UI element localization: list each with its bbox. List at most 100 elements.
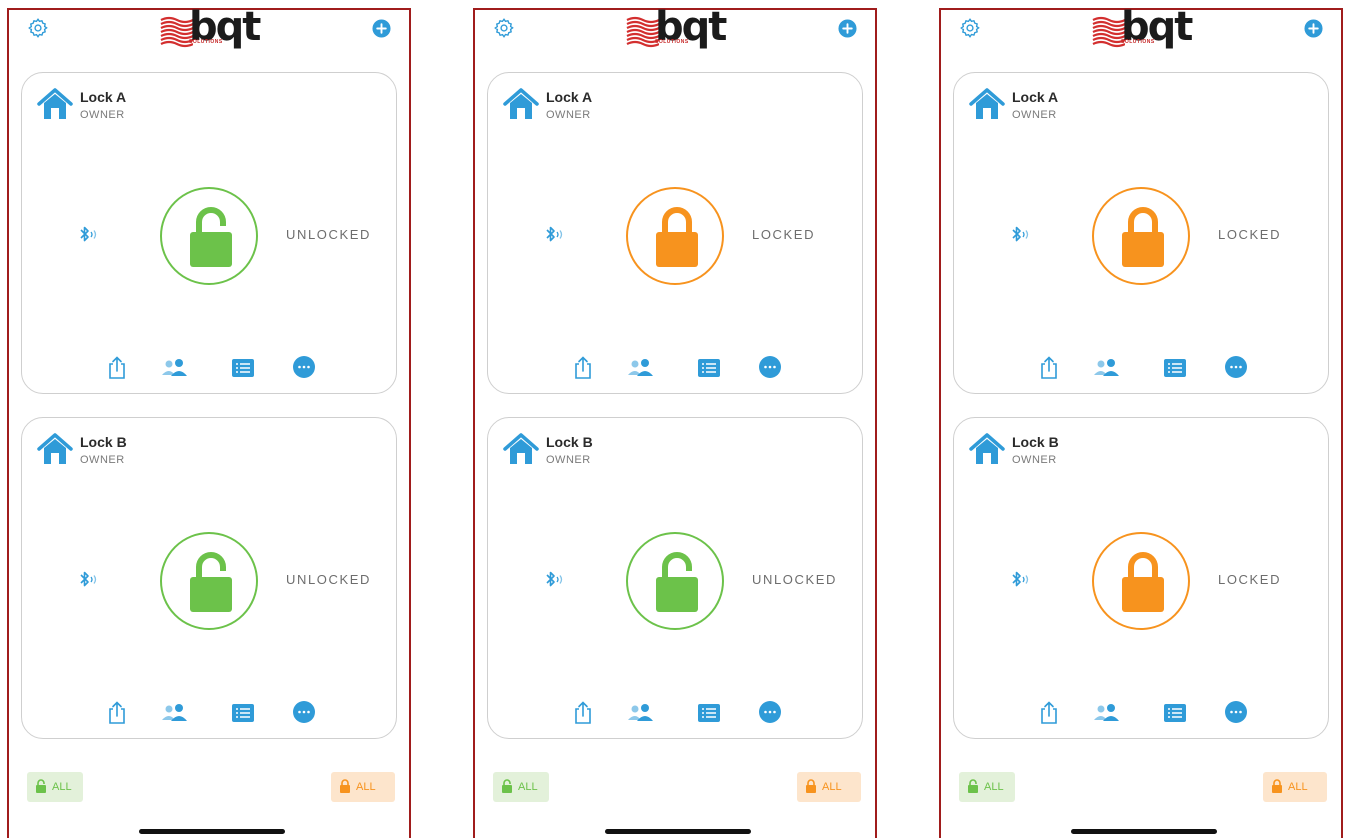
lock-all-button[interactable]: ALL [1263,772,1327,802]
unlock-all-button[interactable]: ALL [27,772,83,802]
lock-name: Lock B [1012,434,1059,450]
padlock-unlocked-icon [967,778,979,796]
list-icon[interactable] [230,700,256,726]
lock-role: OWNER [80,454,125,466]
users-icon[interactable] [626,700,656,726]
lock-card[interactable]: Lock A OWNER LOCKED [487,72,863,394]
share-icon[interactable] [570,700,596,726]
more-icon[interactable] [292,700,318,726]
house-icon [502,432,540,466]
lock-status: UNLOCKED [752,572,838,587]
share-icon[interactable] [1036,700,1062,726]
lock-status: LOCKED [752,227,816,242]
gear-icon[interactable] [493,17,515,39]
lock-all-label: ALL [356,781,376,793]
padlock-unlocked-icon [501,778,513,796]
share-icon[interactable] [570,355,596,381]
house-icon [968,432,1006,466]
lock-toggle-button[interactable] [160,187,258,285]
lock-name: Lock B [546,434,593,450]
lock-card[interactable]: Lock B OWNER LOCKED [953,417,1329,739]
lock-status: UNLOCKED [286,572,372,587]
top-bar: bqt SOLUTIONS [941,4,1341,62]
house-icon [36,432,74,466]
house-icon [968,87,1006,121]
lock-card[interactable]: Lock A OWNER LOCKED [953,72,1329,394]
lock-card[interactable]: Lock B OWNER UNLOCKED [487,417,863,739]
lock-toggle-button[interactable] [626,532,724,630]
users-icon[interactable] [160,355,190,381]
phone-screen: bqt SOLUTIONS Lock A OWNER UNLOCKED Lock… [7,4,411,838]
lock-all-label: ALL [1288,781,1308,793]
lock-toggle-button[interactable] [626,187,724,285]
gear-icon[interactable] [959,17,981,39]
list-icon[interactable] [230,355,256,381]
home-indicator [139,829,285,834]
share-icon[interactable] [1036,355,1062,381]
house-icon [502,87,540,121]
share-icon[interactable] [104,700,130,726]
unlock-all-button[interactable]: ALL [493,772,549,802]
gear-icon[interactable] [27,17,49,39]
bluetooth-signal-icon [542,570,570,590]
lock-status: UNLOCKED [286,227,372,242]
logo-subtext: SOLUTIONS [1121,39,1155,45]
home-indicator [605,829,751,834]
bluetooth-signal-icon [76,225,104,245]
phone-screen: bqt SOLUTIONS Lock A OWNER LOCKED Lock B [939,4,1343,838]
plus-circle-icon[interactable] [372,19,391,38]
lock-name: Lock A [1012,89,1059,105]
padlock-locked-icon [339,778,351,796]
lock-actions [104,355,324,381]
more-icon[interactable] [292,355,318,381]
padlock-unlocked-icon [35,778,47,796]
lock-toggle-button[interactable] [160,532,258,630]
logo: bqt SOLUTIONS [1091,4,1203,50]
users-icon[interactable] [1092,700,1122,726]
lock-role: OWNER [80,109,125,121]
lock-toggle-button[interactable] [1092,187,1190,285]
plus-circle-icon[interactable] [1304,19,1323,38]
more-icon[interactable] [758,700,784,726]
lock-name: Lock A [546,89,593,105]
logo: bqt SOLUTIONS [625,4,737,50]
lock-status: LOCKED [1218,227,1282,242]
top-bar: bqt SOLUTIONS [9,4,409,62]
more-icon[interactable] [1224,355,1250,381]
list-icon[interactable] [1162,355,1188,381]
users-icon[interactable] [1092,355,1122,381]
lock-status: LOCKED [1218,572,1282,587]
top-bar: bqt SOLUTIONS [475,4,875,62]
logo-subtext: SOLUTIONS [189,39,223,45]
lock-toggle-button[interactable] [1092,532,1190,630]
lock-all-button[interactable]: ALL [797,772,861,802]
users-icon[interactable] [626,355,656,381]
bluetooth-signal-icon [76,570,104,590]
lock-card[interactable]: Lock A OWNER UNLOCKED [21,72,397,394]
unlock-all-label: ALL [52,781,72,793]
house-icon [36,87,74,121]
home-indicator [1071,829,1217,834]
list-icon[interactable] [1162,700,1188,726]
lock-all-label: ALL [822,781,842,793]
phone-screen: bqt SOLUTIONS Lock A OWNER LOCKED Lock B [473,4,877,838]
list-icon[interactable] [696,700,722,726]
lock-all-button[interactable]: ALL [331,772,395,802]
lock-role: OWNER [546,109,591,121]
share-icon[interactable] [104,355,130,381]
lock-name: Lock A [80,89,127,105]
users-icon[interactable] [160,700,190,726]
unlock-all-label: ALL [984,781,1004,793]
lock-card[interactable]: Lock B OWNER UNLOCKED [21,417,397,739]
unlock-all-button[interactable]: ALL [959,772,1015,802]
more-icon[interactable] [1224,700,1250,726]
more-icon[interactable] [758,355,784,381]
bluetooth-signal-icon [1008,570,1036,590]
padlock-locked-icon [1271,778,1283,796]
plus-circle-icon[interactable] [838,19,857,38]
lock-role: OWNER [1012,454,1057,466]
logo-subtext: SOLUTIONS [655,39,689,45]
list-icon[interactable] [696,355,722,381]
lock-actions [570,700,790,726]
bluetooth-signal-icon [1008,225,1036,245]
